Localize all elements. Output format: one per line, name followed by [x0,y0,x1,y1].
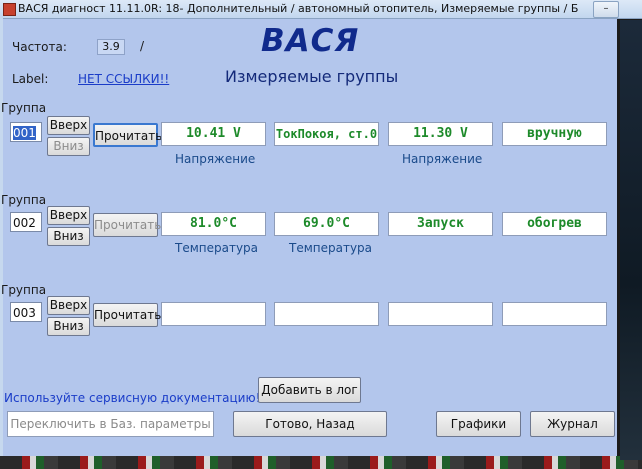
group-2-unit-1: Температура [175,241,259,255]
background-desktop-strip [0,456,642,469]
group-1-number-input[interactable]: 001 [10,122,42,142]
service-hint: Используйте сервисную документацию! [4,391,261,405]
group-2-number-input[interactable]: 002 [10,212,42,232]
app-icon [3,3,16,16]
group-2-value-4: обогрев [502,212,607,236]
background-desktop-edge [620,20,642,460]
group-3-value-1 [161,302,266,326]
frequency-suffix: / [140,39,145,53]
group-1-value-2: ТокПокоя, ст.0 [274,122,379,146]
group-1-unit-3: Напряжение [402,152,483,166]
frequency-label: Частота: [12,40,67,54]
group-1-value-1: 10.41 V [161,122,266,146]
minimize-button[interactable]: – [593,1,619,18]
brand-title: ВАСЯ [261,23,360,59]
add-to-log-button[interactable]: Добавить в лог [258,377,361,403]
graphs-button[interactable]: Графики [436,411,521,437]
window-titlebar[interactable]: ВАСЯ диагност 11.11.0R: 18- Дополнительн… [0,0,642,19]
group-2-value-2: 69.0°C [274,212,379,236]
group-2-up-button[interactable]: Вверх [47,206,90,225]
measuring-groups-panel: Частота: 3.9 / Label: НЕТ ССЫЛКИ!! ВАСЯ … [1,19,617,456]
group-1-unit-1: Напряжение [175,152,256,166]
group-2-value-1: 81.0°C [161,212,266,236]
group-2-label: Группа [1,193,47,207]
label-caption: Label: [12,72,49,86]
group-3-label: Группа [1,283,47,297]
group-1-up-button[interactable]: Вверх [47,116,90,135]
switch-basic-params-button[interactable]: Переключить в Баз. параметры [7,411,214,437]
group-3-read-button[interactable]: Прочитать [93,303,161,327]
group-3-down-button[interactable]: Вниз [47,317,90,336]
group-3-up-button[interactable]: Вверх [47,296,90,315]
done-back-button[interactable]: Готово, Назад [233,411,387,437]
journal-button[interactable]: Журнал [530,411,615,437]
group-3-value-3 [388,302,493,326]
group-2-down-button[interactable]: Вниз [47,227,90,246]
group-2-unit-2: Температура [289,241,373,255]
group-1-down-button[interactable]: Вниз [47,137,90,156]
group-3-number-input[interactable]: 003 [10,302,42,322]
group-2-value-3: Запуск [388,212,493,236]
group-3-value-2 [274,302,379,326]
window-title: ВАСЯ диагност 11.11.0R: 18- Дополнительн… [18,2,578,15]
group-1-number: 001 [13,126,36,140]
group-3-value-4 [502,302,607,326]
group-1-read-button[interactable]: Прочитать [93,123,162,147]
label-link[interactable]: НЕТ ССЫЛКИ!! [78,72,169,86]
group-1-label: Группа [1,101,47,115]
group-1-value-3: 11.30 V [388,122,493,146]
page-subtitle: Измеряемые группы [225,67,399,86]
group-2-read-button[interactable]: Прочитать [93,213,161,237]
frequency-value: 3.9 [97,39,125,55]
group-1-value-4: вручную [502,122,607,146]
